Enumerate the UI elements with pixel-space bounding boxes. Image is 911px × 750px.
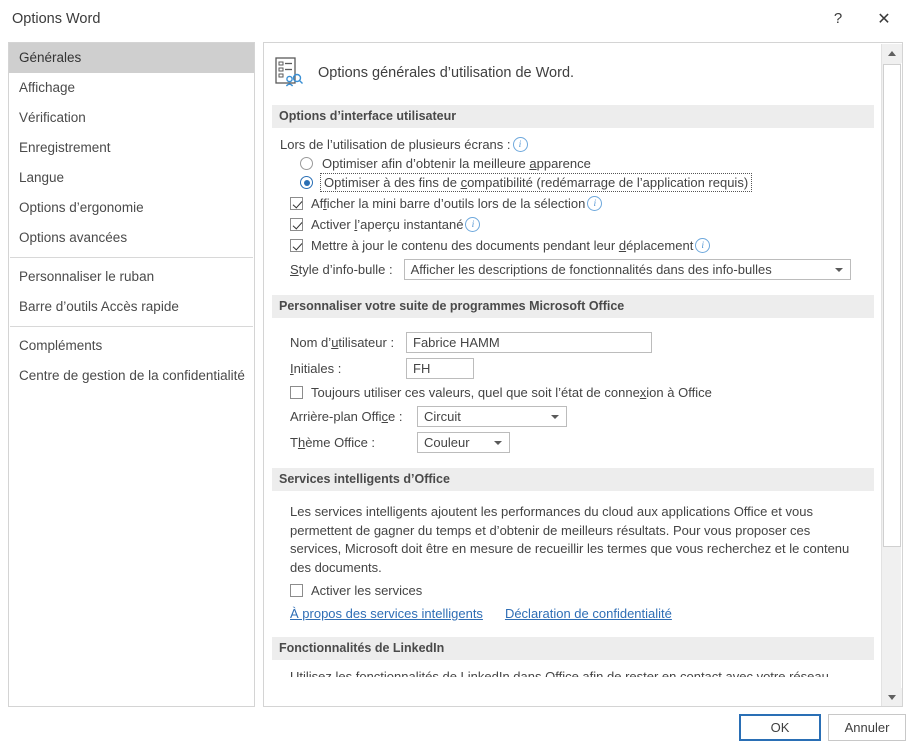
initials-value: FH — [413, 361, 431, 376]
username-input[interactable]: Fabrice HAMM — [406, 332, 652, 353]
tooltip-style-value: Afficher les descriptions de fonctionnal… — [410, 262, 772, 277]
options-content-pane: Options générales d’utilisation de Word.… — [263, 42, 903, 707]
content-scrollbar[interactable] — [881, 44, 902, 706]
sidebar-item-complements[interactable]: Compléments — [9, 331, 254, 361]
sidebar-item-confidentialite[interactable]: Centre de gestion de la confidentialité — [9, 361, 254, 391]
checkbox-mini-toolbar-label: Afficher la mini barre d’outils lors de … — [311, 196, 586, 211]
multiscreen-label-text: Lors de l’utilisation de plusieurs écran… — [280, 137, 511, 152]
tooltip-style-row: Style d’info-bulle : Afficher les descri… — [290, 259, 874, 280]
radio-compatibilite-label: Optimiser à des fins de compatibilité (r… — [319, 173, 753, 192]
dialog-title-bar: Options Word ? ✕ — [0, 0, 911, 37]
intelligent-services-description: Les services intelligents ajoutent les p… — [290, 504, 850, 575]
username-label: Nom d’utilisateur : — [290, 335, 395, 350]
checkbox-row-live-preview[interactable]: Activer l’aperçu instantané i — [290, 217, 874, 232]
cancel-button[interactable]: Annuler — [828, 714, 906, 741]
sidebar-item-generales[interactable]: Générales — [9, 43, 254, 73]
checkbox-enable-services-label: Activer les services — [311, 583, 423, 598]
multiscreen-label: Lors de l’utilisation de plusieurs écran… — [280, 137, 874, 152]
link-about-intelligent-services[interactable]: À propos des services intelligents — [290, 606, 483, 621]
chevron-down-icon — [551, 414, 559, 419]
checkbox-always-use-values[interactable] — [290, 386, 303, 399]
radio-row-compatibilite[interactable]: Optimiser à des fins de compatibilité (r… — [300, 173, 874, 192]
general-options-icon — [274, 57, 304, 89]
checkbox-always-use-values-label: Toujours utiliser ces valeurs, quel que … — [311, 385, 712, 400]
radio-apparence[interactable] — [300, 157, 313, 170]
sidebar-item-verification[interactable]: Vérification — [9, 103, 254, 133]
section-header-linkedin: Fonctionnalités de LinkedIn — [272, 637, 874, 660]
sidebar-item-enregistrement[interactable]: Enregistrement — [9, 133, 254, 163]
theme-value: Couleur — [424, 435, 470, 450]
close-icon[interactable]: ✕ — [861, 3, 907, 35]
help-button[interactable]: ? — [815, 3, 861, 35]
background-value: Circuit — [424, 409, 461, 424]
sidebar-divider-1 — [10, 257, 253, 258]
sidebar-item-affichage[interactable]: Affichage — [9, 73, 254, 103]
initials-row: Initiales : FH — [290, 358, 874, 379]
sidebar: Générales Affichage Vérification Enregis… — [8, 42, 255, 707]
section-body-ui-options: Lors de l’utilisation de plusieurs écran… — [264, 128, 882, 289]
sidebar-item-barre-acces-rapide[interactable]: Barre d’outils Accès rapide — [9, 292, 254, 322]
background-label: Arrière-plan Office : — [290, 409, 403, 424]
checkbox-mini-toolbar[interactable] — [290, 197, 303, 210]
radio-apparence-label: Optimiser afin d’obtenir la meilleure ap… — [322, 156, 591, 171]
tooltip-style-select[interactable]: Afficher les descriptions de fonctionnal… — [403, 259, 851, 280]
scroll-up-button[interactable] — [882, 44, 902, 63]
section-body-personalize: Nom d’utilisateur : Fabrice HAMM Initial… — [264, 318, 882, 462]
title-bar-buttons: ? ✕ — [815, 0, 911, 37]
dialog-body: Générales Affichage Vérification Enregis… — [0, 37, 911, 712]
dialog-title: Options Word — [12, 10, 101, 27]
info-icon[interactable]: i — [587, 196, 603, 211]
pane-header: Options générales d’utilisation de Word. — [264, 43, 882, 99]
section-header-ui-options: Options d’interface utilisateur — [272, 105, 874, 128]
background-row: Arrière-plan Office : Circuit — [290, 406, 874, 427]
section-header-intelligent-services: Services intelligents d’Office — [272, 468, 874, 491]
username-row: Nom d’utilisateur : Fabrice HAMM — [290, 332, 874, 353]
theme-row: Thème Office : Couleur — [290, 432, 874, 453]
radio-row-apparence[interactable]: Optimiser afin d’obtenir la meilleure ap… — [300, 156, 874, 171]
checkbox-update-content-label: Mettre à jour le contenu des documents p… — [311, 238, 694, 253]
initials-label: Initiales : — [290, 361, 342, 376]
checkbox-row-update-content[interactable]: Mettre à jour le contenu des documents p… — [290, 238, 874, 253]
checkbox-row-enable-services[interactable]: Activer les services — [290, 583, 874, 598]
sidebar-divider-2 — [10, 326, 253, 327]
info-icon[interactable]: i — [512, 137, 528, 152]
info-icon[interactable]: i — [695, 238, 711, 253]
ok-button[interactable]: OK — [739, 714, 821, 741]
linkedin-description: Utilisez les fonctionnalités de LinkedIn… — [290, 669, 829, 677]
sidebar-item-avancees[interactable]: Options avancées — [9, 223, 254, 253]
chevron-up-icon — [888, 51, 896, 56]
checkbox-row-always-use[interactable]: Toujours utiliser ces valeurs, quel que … — [290, 385, 874, 400]
link-privacy-statement[interactable]: Déclaration de confidentialité — [505, 606, 672, 621]
username-value: Fabrice HAMM — [413, 335, 500, 350]
scrollbar-thumb[interactable] — [883, 64, 901, 547]
checkbox-live-preview[interactable] — [290, 218, 303, 231]
section-body-linkedin: Utilisez les fonctionnalités de LinkedIn… — [264, 668, 882, 681]
pane-header-title: Options générales d’utilisation de Word. — [318, 65, 575, 81]
section-header-personalize: Personnaliser votre suite de programmes … — [272, 295, 874, 318]
checkbox-update-content[interactable] — [290, 239, 303, 252]
theme-select[interactable]: Couleur — [417, 432, 510, 453]
intelligent-services-links: À propos des services intelligents Décla… — [290, 606, 874, 621]
info-icon[interactable]: i — [465, 217, 481, 232]
sidebar-item-ergonomie[interactable]: Options d’ergonomie — [9, 193, 254, 223]
scroll-down-button[interactable] — [882, 688, 902, 706]
chevron-down-icon — [888, 695, 896, 700]
initials-input[interactable]: FH — [406, 358, 474, 379]
theme-label: Thème Office : — [290, 435, 376, 450]
background-select[interactable]: Circuit — [417, 406, 567, 427]
dialog-footer: OK Annuler — [0, 712, 911, 750]
checkbox-row-mini-toolbar[interactable]: Afficher la mini barre d’outils lors de … — [290, 196, 874, 211]
checkbox-live-preview-label: Activer l’aperçu instantané — [311, 217, 464, 232]
section-body-intelligent-services: Les services intelligents ajoutent les p… — [264, 491, 882, 631]
tooltip-style-label: Style d’info-bulle : — [290, 262, 393, 277]
chevron-down-icon — [494, 440, 502, 445]
sidebar-item-personnaliser-ruban[interactable]: Personnaliser le ruban — [9, 262, 254, 292]
options-content: Options générales d’utilisation de Word.… — [264, 43, 882, 706]
sidebar-item-langue[interactable]: Langue — [9, 163, 254, 193]
chevron-down-icon — [834, 267, 843, 272]
radio-compatibilite[interactable] — [300, 176, 313, 189]
checkbox-enable-services[interactable] — [290, 584, 303, 597]
